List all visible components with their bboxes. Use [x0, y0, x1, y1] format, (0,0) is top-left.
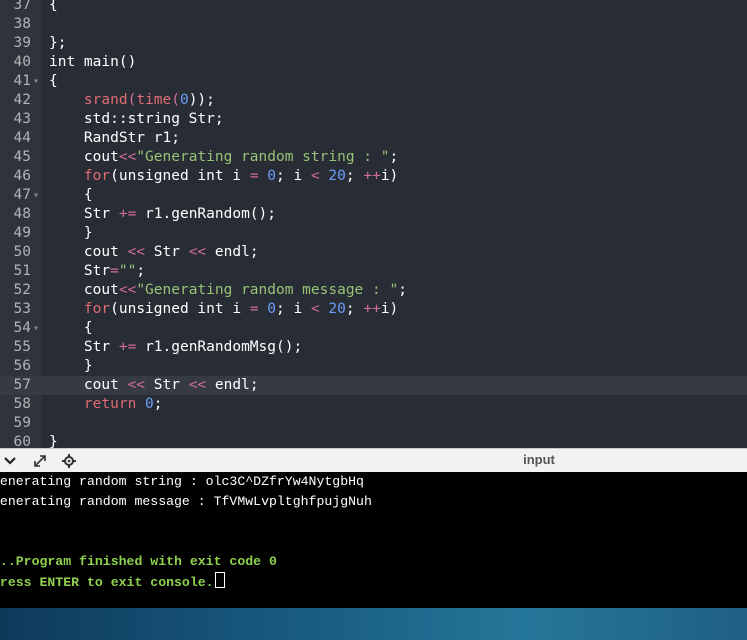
line-number: 49: [13, 225, 31, 241]
desktop-background: [0, 608, 747, 640]
code-text: Str += r1.genRandom();: [49, 206, 276, 222]
console-title: input: [523, 452, 555, 467]
fold-arrow-icon[interactable]: ▾: [33, 186, 39, 205]
line-number: 47: [13, 187, 31, 203]
code-text: {: [49, 187, 93, 203]
code-text: RandStr r1;: [49, 130, 180, 146]
code-line[interactable]: 54 ▾ {: [0, 319, 747, 338]
expand-icon[interactable]: [33, 454, 47, 468]
code-line[interactable]: 38: [0, 15, 747, 34]
code-line[interactable]: 57 cout << Str << endl;: [0, 376, 747, 395]
code-text: }: [49, 358, 93, 374]
press-enter-line: Press ENTER to exit console.: [0, 572, 225, 592]
code-line[interactable]: 40 int main(): [0, 53, 747, 72]
code-line[interactable]: 51 Str="";: [0, 262, 747, 281]
code-text: cout<<"Generating random message : ";: [49, 282, 407, 298]
line-number: 48: [13, 206, 31, 222]
chevron-down-icon[interactable]: [3, 454, 17, 468]
output-console[interactable]: Generating random string : olc3C^DZfrYw4…: [0, 472, 747, 608]
line-number: 37: [13, 0, 31, 13]
console-output-line: Generating random string : olc3C^DZfrYw4…: [0, 474, 364, 489]
line-number: 42: [13, 92, 31, 108]
line-number: 59: [13, 415, 31, 431]
settings-icon[interactable]: [62, 454, 76, 468]
line-number: 43: [13, 111, 31, 127]
code-text: cout << Str << endl;: [49, 377, 259, 393]
code-text: {: [49, 0, 58, 13]
code-text: return 0;: [83, 396, 163, 412]
line-number: 52: [13, 282, 31, 298]
line-number: 39: [13, 35, 31, 51]
code-text: };: [49, 35, 67, 51]
line-number: 38: [13, 16, 31, 32]
code-line[interactable]: 58 return 0;: [0, 395, 747, 414]
exit-status-line: ...Program finished with exit code 0: [0, 554, 277, 569]
line-number: 40: [13, 54, 31, 70]
code-text: }: [49, 434, 58, 448]
press-enter-text: Press ENTER to exit console.: [0, 575, 214, 590]
code-text: cout<<"Generating random string : ";: [49, 149, 399, 165]
line-number: 46: [13, 168, 31, 184]
console-output-line: Generating random message : TfVMwLvpltgh…: [0, 494, 372, 509]
code-line[interactable]: 47 ▾ {: [0, 186, 747, 205]
line-number: 54: [13, 320, 31, 336]
code-line[interactable]: 49 }: [0, 224, 747, 243]
line-number: 45: [13, 149, 31, 165]
fold-arrow-icon[interactable]: ▾: [33, 72, 39, 91]
code-text: Str += r1.genRandomMsg();: [49, 339, 303, 355]
code-line[interactable]: 37 {: [0, 0, 747, 15]
code-line[interactable]: 52 cout<<"Generating random message : ";: [0, 281, 747, 300]
code-line[interactable]: 42 srand(time(0));: [0, 91, 747, 110]
line-number: 58: [13, 396, 31, 412]
line-number: 60: [13, 434, 31, 448]
line-number: 41: [13, 73, 31, 89]
code-text: srand(time(0));: [83, 92, 215, 108]
code-line[interactable]: 53 for(unsigned int i = 0; i < 20; ++i): [0, 300, 747, 319]
fold-arrow-icon[interactable]: ▾: [33, 319, 39, 338]
line-number: 57: [13, 377, 31, 393]
code-line[interactable]: 39};: [0, 34, 747, 53]
code-line[interactable]: 55 Str += r1.genRandomMsg();: [0, 338, 747, 357]
code-line[interactable]: 60}: [0, 433, 747, 448]
console-toolbar: input: [0, 448, 747, 472]
text-cursor: [214, 572, 225, 588]
code-text: int main(): [49, 54, 137, 70]
line-number: 44: [13, 130, 31, 146]
line-number: 53: [13, 301, 31, 317]
code-line[interactable]: 41 ▾ {: [0, 72, 747, 91]
code-line[interactable]: 48 Str += r1.genRandom();: [0, 205, 747, 224]
code-text: }: [49, 225, 93, 241]
code-line[interactable]: 43 std::string Str;: [0, 110, 747, 129]
code-text: for(unsigned int i = 0; i < 20; ++i): [83, 301, 399, 317]
code-text: for(unsigned int i = 0; i < 20; ++i): [83, 168, 399, 184]
code-line[interactable]: 45 cout<<"Generating random string : ";: [0, 148, 747, 167]
code-line[interactable]: 50 cout << Str << endl;: [0, 243, 747, 262]
code-text: {: [49, 320, 93, 336]
line-number: 56: [13, 358, 31, 374]
code-line[interactable]: 56 }: [0, 357, 747, 376]
code-text: std::string Str;: [49, 111, 224, 127]
code-line[interactable]: 44 RandStr r1;: [0, 129, 747, 148]
line-number: 51: [13, 263, 31, 279]
line-number: 50: [13, 244, 31, 260]
code-text: {: [49, 73, 58, 89]
line-number: 55: [13, 339, 31, 355]
code-line[interactable]: 46 for(unsigned int i = 0; i < 20; ++i): [0, 167, 747, 186]
code-line[interactable]: 59: [0, 414, 747, 433]
code-text: cout << Str << endl;: [49, 244, 259, 260]
code-editor[interactable]: 37{38 39}; 40 int main() 41 ▾{42 srand(time(0…: [0, 0, 747, 448]
code-text: Str="";: [49, 263, 146, 279]
